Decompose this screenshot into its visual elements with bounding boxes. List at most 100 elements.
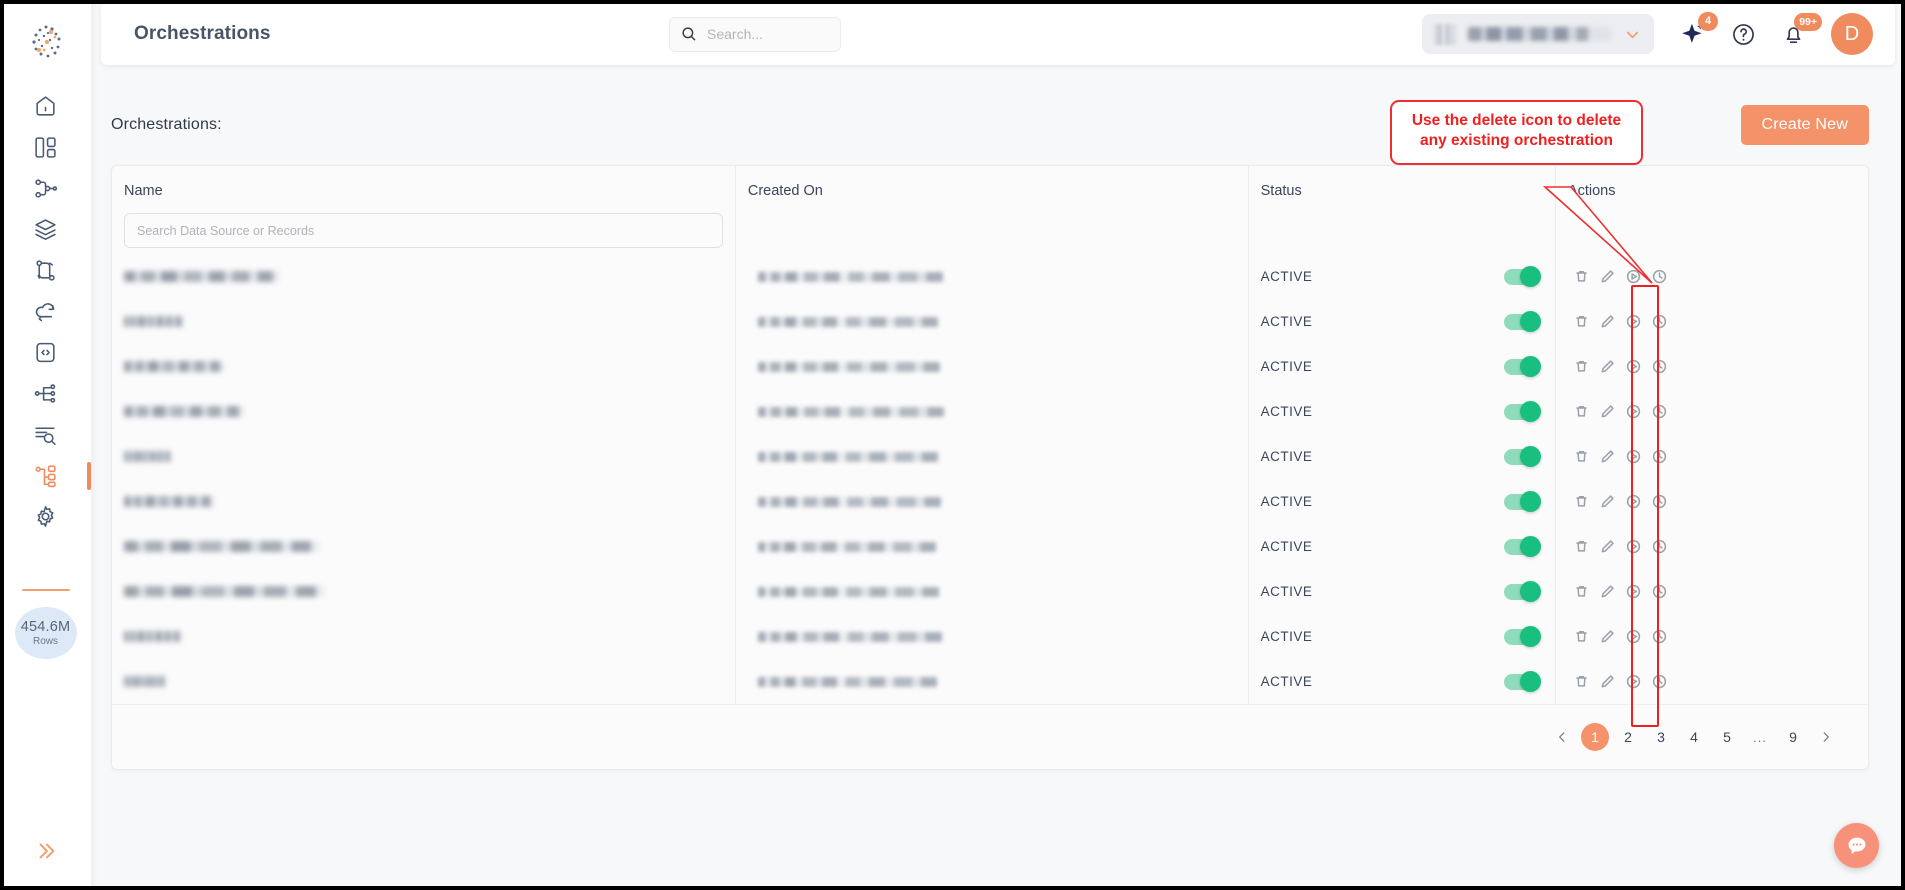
run-icon[interactable] — [1626, 584, 1641, 599]
run-icon[interactable] — [1626, 539, 1641, 554]
status-toggle[interactable] — [1503, 401, 1541, 422]
sidebar-item-home[interactable] — [0, 86, 91, 127]
action-group — [1568, 269, 1856, 284]
status-toggle[interactable] — [1503, 491, 1541, 512]
app-logo[interactable] — [24, 20, 68, 64]
run-icon[interactable] — [1626, 359, 1641, 374]
history-icon[interactable] — [1652, 539, 1667, 554]
cell-name — [112, 524, 736, 569]
delete-icon[interactable] — [1574, 269, 1589, 284]
delete-icon[interactable] — [1574, 314, 1589, 329]
run-icon[interactable] — [1626, 629, 1641, 644]
history-icon[interactable] — [1652, 404, 1667, 419]
sidebar-item-workflows[interactable] — [0, 250, 91, 291]
run-icon[interactable] — [1626, 494, 1641, 509]
status-toggle[interactable] — [1503, 671, 1541, 692]
history-icon[interactable] — [1652, 674, 1667, 689]
edit-icon[interactable] — [1600, 449, 1615, 464]
name-filter[interactable] — [124, 213, 723, 248]
table-row[interactable]: ACTIVE — [112, 569, 1868, 614]
edit-icon[interactable] — [1600, 584, 1615, 599]
sidebar-expand-button[interactable] — [0, 840, 91, 862]
avatar[interactable]: D — [1831, 13, 1873, 55]
edit-icon[interactable] — [1600, 404, 1615, 419]
status-toggle[interactable] — [1503, 446, 1541, 467]
run-icon[interactable] — [1626, 404, 1641, 419]
pagination-page-4[interactable]: 4 — [1680, 723, 1708, 751]
delete-icon[interactable] — [1574, 449, 1589, 464]
run-icon[interactable] — [1626, 674, 1641, 689]
global-search[interactable] — [669, 16, 841, 52]
pagination-page-1[interactable]: 1 — [1581, 723, 1609, 751]
status-toggle[interactable] — [1503, 626, 1541, 647]
cell-status: ACTIVE — [1248, 524, 1556, 569]
pagination-page-5[interactable]: 5 — [1713, 723, 1741, 751]
notifications-button[interactable]: 99+ — [1781, 12, 1822, 47]
status-toggle[interactable] — [1503, 356, 1541, 377]
delete-icon[interactable] — [1574, 494, 1589, 509]
history-icon[interactable] — [1652, 629, 1667, 644]
run-icon[interactable] — [1626, 269, 1641, 284]
table-row[interactable]: ACTIVE — [112, 299, 1868, 344]
delete-icon[interactable] — [1574, 404, 1589, 419]
history-icon[interactable] — [1652, 314, 1667, 329]
table-row[interactable]: ACTIVE — [112, 254, 1868, 299]
sidebar-item-query[interactable] — [0, 414, 91, 455]
delete-icon[interactable] — [1574, 539, 1589, 554]
pagination-page-9[interactable]: 9 — [1779, 723, 1807, 751]
name-filter-input[interactable] — [137, 223, 710, 238]
edit-icon[interactable] — [1600, 674, 1615, 689]
table-row[interactable]: ACTIVE — [112, 434, 1868, 479]
cell-actions — [1555, 299, 1868, 344]
workspace-selector[interactable] — [1422, 14, 1654, 54]
pagination-page-3[interactable]: 3 — [1647, 723, 1675, 751]
sidebar-item-pipelines[interactable] — [0, 168, 91, 209]
topbar: Orchestrations 4 — [101, 3, 1895, 65]
global-search-input[interactable] — [707, 26, 817, 42]
history-icon[interactable] — [1652, 359, 1667, 374]
pagination-page-2[interactable]: 2 — [1614, 723, 1642, 751]
edit-icon[interactable] — [1600, 539, 1615, 554]
table-row[interactable]: ACTIVE — [112, 614, 1868, 659]
table-row[interactable]: ACTIVE — [112, 389, 1868, 434]
table-row[interactable]: ACTIVE — [112, 524, 1868, 569]
table-row[interactable]: ACTIVE — [112, 479, 1868, 524]
run-icon[interactable] — [1626, 449, 1641, 464]
edit-icon[interactable] — [1600, 629, 1615, 644]
chat-support-button[interactable] — [1834, 823, 1879, 868]
chevron-left-icon — [1559, 732, 1565, 742]
edit-icon[interactable] — [1600, 314, 1615, 329]
sidebar-item-dashboard[interactable] — [0, 127, 91, 168]
ai-assistant-button[interactable]: 4 — [1680, 12, 1718, 47]
history-icon[interactable] — [1652, 494, 1667, 509]
delete-icon[interactable] — [1574, 629, 1589, 644]
sidebar-item-connections[interactable] — [0, 373, 91, 414]
table-row[interactable]: ACTIVE — [112, 344, 1868, 389]
delete-icon[interactable] — [1574, 584, 1589, 599]
history-icon[interactable] — [1652, 449, 1667, 464]
delete-icon[interactable] — [1574, 359, 1589, 374]
history-icon[interactable] — [1652, 584, 1667, 599]
status-toggle[interactable] — [1503, 581, 1541, 602]
sidebar-item-code[interactable] — [0, 332, 91, 373]
sidebar-item-settings[interactable] — [0, 496, 91, 537]
table-row[interactable]: ACTIVE — [112, 659, 1868, 704]
status-toggle[interactable] — [1503, 536, 1541, 557]
sidebar-item-sync[interactable] — [0, 291, 91, 332]
help-button[interactable] — [1731, 22, 1756, 47]
run-icon[interactable] — [1626, 314, 1641, 329]
sidebar-item-datasets[interactable] — [0, 209, 91, 250]
pagination-prev[interactable] — [1548, 723, 1576, 751]
status-toggle[interactable] — [1503, 311, 1541, 332]
edit-icon[interactable] — [1600, 494, 1615, 509]
help-circle-icon — [1733, 23, 1754, 45]
pagination-next[interactable] — [1812, 723, 1840, 751]
delete-icon[interactable] — [1574, 674, 1589, 689]
sidebar-item-orchestration[interactable] — [0, 455, 91, 496]
history-icon[interactable] — [1652, 269, 1667, 284]
create-new-button[interactable]: Create New — [1740, 105, 1869, 145]
gear-icon — [37, 506, 54, 527]
status-toggle[interactable] — [1503, 266, 1541, 287]
edit-icon[interactable] — [1600, 359, 1615, 374]
edit-icon[interactable] — [1600, 269, 1615, 284]
